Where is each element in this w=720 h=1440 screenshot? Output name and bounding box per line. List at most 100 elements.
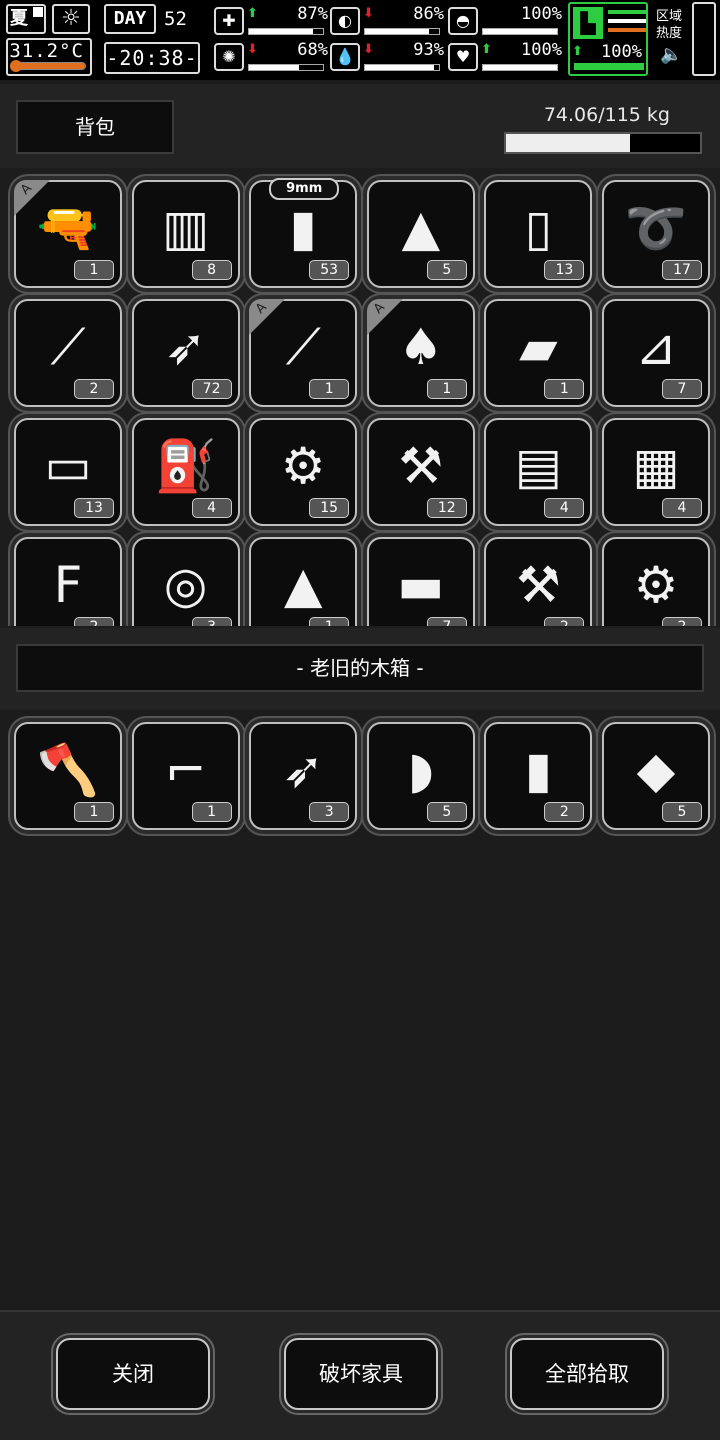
bullet-icon: ▮ — [289, 199, 317, 257]
item-count: 2 — [74, 617, 114, 626]
item-count: 13 — [544, 260, 585, 280]
item-count: 3 — [191, 617, 232, 626]
day-number: 52 — [164, 8, 187, 30]
tweezers-icon: ⟋ — [50, 318, 86, 376]
item-slot-arrow[interactable]: ➶ 3 — [249, 722, 358, 830]
stamina-value: 100% — [601, 42, 642, 62]
item-slot-tools[interactable]: ⚒2 — [484, 537, 593, 626]
up-arrow-icon: ⬆ — [572, 44, 583, 59]
side-panel-toggle[interactable] — [692, 2, 716, 76]
item-count: 15 — [309, 498, 350, 518]
stamina-bar — [574, 63, 644, 70]
item-slot-pipes[interactable]: ◎3 — [131, 537, 240, 626]
stat-armor: ◓ 100% — [448, 4, 564, 38]
item-count: 3 — [309, 802, 350, 822]
stat-thirst: 💧 ⬇ 93% — [330, 40, 446, 74]
item-slot-glass-bottle[interactable]: ⊿ 7 — [602, 299, 710, 407]
item-slot-gears[interactable]: ⚙2 — [602, 537, 710, 626]
item-count: 4 — [191, 498, 232, 518]
stamina-indicator: ▙ ⬆ 100% — [568, 2, 648, 76]
status-hud: 夏 ☼ 31.2°C DAY 52 -20:38- ✚ ⬆ 87% ◐ ⬇ 86% ◓ 100… — [0, 0, 720, 80]
item-slot-hand-drill[interactable]: ⚒ 12 — [366, 418, 475, 526]
season-indicator: 夏 — [6, 4, 46, 34]
item-slot-towel[interactable]: ▥ 8 — [131, 180, 240, 288]
item-slot-shells[interactable]: ▮ 2 — [484, 722, 593, 830]
stat-value: 86% — [413, 4, 444, 24]
down-arrow-icon: ⬇ — [247, 42, 258, 57]
jerrycan-icon: ▰ — [519, 318, 558, 376]
backpack-title[interactable]: 背包 — [16, 100, 174, 154]
container-title: - 老旧的木箱 - — [16, 644, 704, 692]
item-slot-wood-logs[interactable]: ▤ 4 — [484, 418, 593, 526]
item-slot-arrow[interactable]: ➶ 72 — [131, 299, 240, 407]
item-slot-rifle[interactable]: ⌐ 1 — [131, 722, 240, 830]
weight-bar — [504, 132, 702, 154]
stomach-icon: ◐ — [330, 7, 360, 35]
stat-bar — [482, 64, 558, 71]
item-count: 2 — [662, 617, 702, 626]
stat-bar — [248, 28, 324, 35]
item-count: 1 — [309, 379, 350, 399]
caliber-tag: 9mm — [269, 178, 340, 200]
spray-bottle-icon: ⛽ — [154, 437, 217, 495]
season-label: 夏 — [10, 8, 28, 29]
item-slot-rag[interactable]: ▲ 5 — [366, 180, 475, 288]
item-count: 5 — [426, 802, 467, 822]
item-slot-tweezers[interactable]: ⟋ 2 — [14, 299, 122, 407]
item-count: 1 — [544, 379, 585, 399]
item-count: 12 — [426, 498, 467, 518]
item-slot-rounds[interactable]: ◗ 5 — [366, 722, 475, 830]
item-count: 8 — [191, 260, 232, 280]
item-count: 1 — [309, 617, 350, 626]
item-slot-cement-bag[interactable]: ▭ 13 — [14, 418, 122, 526]
item-slot-scrap-metal[interactable]: ⚙ 15 — [249, 418, 358, 526]
item-slot-bricks[interactable]: ▦ 4 — [602, 418, 710, 526]
item-count: 13 — [74, 498, 114, 518]
towel-icon: ▥ — [161, 199, 210, 257]
stat-bar — [248, 64, 324, 71]
item-slot-water-bottle[interactable]: ▯ 13 — [484, 180, 593, 288]
brain-icon: ✺ — [214, 43, 244, 71]
flag-icon — [33, 7, 43, 17]
item-slot-pistol[interactable]: 🔫 1 A — [14, 180, 122, 288]
axe-icon: 🪓 — [36, 741, 100, 799]
item-count: 1 — [74, 260, 114, 280]
item-slot-sand-pile[interactable]: ▲1 — [249, 537, 358, 626]
rope-icon: ➰ — [624, 199, 688, 257]
region-heat-label: 区域热度 — [656, 9, 683, 41]
wood-icon: ▤ — [514, 437, 563, 495]
item-slot-rope[interactable]: ➰ 17 — [602, 180, 710, 288]
item-count: 2 — [544, 802, 585, 822]
item-count: 4 — [544, 498, 585, 518]
speaker-icon[interactable]: 🔈 — [660, 44, 682, 65]
item-slot-jerrycan[interactable]: ▰ 1 — [484, 299, 593, 407]
item-slot-machete[interactable]: ⟋ 1 A — [249, 299, 358, 407]
item-slot-flour-sack[interactable]: F2 — [14, 537, 122, 626]
glass-bottle-icon: ⊿ — [635, 318, 677, 376]
stat-value: 68% — [297, 40, 328, 60]
bullets-icon: ◗ — [407, 741, 434, 799]
rag-icon: ▲ — [401, 199, 441, 257]
item-count: 7 — [662, 379, 702, 399]
stat-value: 93% — [413, 40, 444, 60]
take-all-button[interactable]: 全部拾取 — [510, 1338, 664, 1410]
close-button[interactable]: 关闭 — [56, 1338, 210, 1410]
item-slot-cloth[interactable]: ◆ 5 — [602, 722, 710, 830]
thermometer-icon — [10, 60, 22, 72]
destroy-furniture-button[interactable]: 破坏家具 — [284, 1338, 438, 1410]
flour-sack-icon: F — [53, 556, 83, 614]
item-slot-ammo-9mm[interactable]: ▮ 53 9mm — [249, 178, 358, 288]
item-slot-cloth-stack[interactable]: ▬7 — [366, 537, 475, 626]
arrow-icon: ➶ — [164, 318, 207, 376]
item-slot-shovel[interactable]: ♠ 1 A — [366, 299, 475, 407]
temperature-value: 31.2°C — [9, 40, 84, 62]
helmet-icon: ◓ — [448, 7, 478, 35]
item-slot-spray-bottle[interactable]: ⛽ 4 — [131, 418, 240, 526]
item-slot-axe[interactable]: 🪓 1 — [14, 722, 122, 830]
item-count: 53 — [309, 260, 350, 280]
shells-icon: ▮ — [524, 741, 553, 799]
tools-icon: ⚒ — [515, 556, 561, 614]
cloth-icon: ◆ — [636, 741, 676, 799]
stat-value: 100% — [521, 4, 562, 24]
temperature-gauge: 31.2°C — [6, 38, 92, 76]
